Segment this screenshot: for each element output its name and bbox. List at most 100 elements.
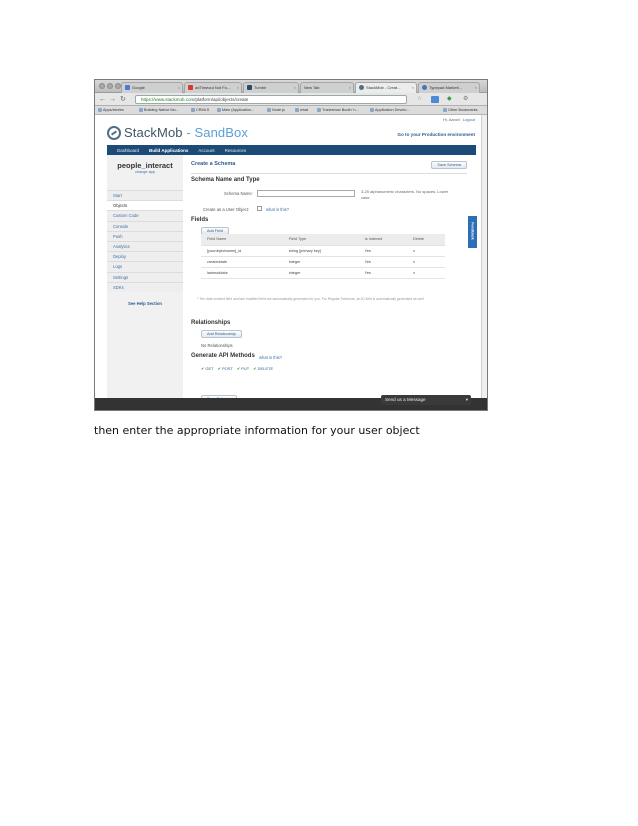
send-message-widget[interactable]: Send us a Message	[381, 395, 471, 405]
close-tab-icon[interactable]: ×	[237, 83, 239, 93]
table-header-row: Field Name Field Type Is Indexed Delete	[201, 234, 445, 246]
bookmark-item[interactable]: what	[295, 107, 308, 113]
is-indexed-cell: Yes	[360, 267, 410, 279]
sidebar-item-push[interactable]: Push	[107, 230, 183, 241]
folder-icon	[443, 108, 447, 112]
window-controls[interactable]	[99, 83, 121, 89]
sidebar-item-settings[interactable]: Settings	[107, 271, 183, 282]
sidebar-item-custom-code[interactable]: Custom Code	[107, 210, 183, 221]
put-checkbox[interactable]: PUT	[237, 366, 249, 371]
close-window-icon[interactable]	[99, 83, 105, 89]
logout-link[interactable]: Logout	[463, 117, 475, 122]
field-name-cell: createddate	[201, 256, 285, 268]
browser-toolbar: ← → ↻ https://www.stackmob.com/platform/…	[95, 93, 487, 106]
browser-tab-tumblr[interactable]: Tumblr ×	[243, 82, 299, 93]
sidebar-item-sdks[interactable]: SDKs	[107, 281, 183, 292]
sidebar-item-console[interactable]: Console	[107, 220, 183, 231]
bookmark-icon	[191, 108, 195, 112]
wrench-icon[interactable]: ⚙	[463, 95, 468, 104]
caption-text: then enter the appropriate information f…	[94, 424, 420, 437]
close-tab-icon[interactable]: ×	[349, 83, 351, 93]
bookmark-item[interactable]: Node.js	[267, 107, 285, 113]
close-tab-icon[interactable]: ×	[178, 83, 180, 93]
evernote-icon[interactable]: ◆	[447, 95, 452, 104]
get-checkbox[interactable]: GET	[201, 366, 213, 371]
bookmark-item[interactable]: Apps/stories	[98, 107, 124, 113]
vertical-scrollbar[interactable]	[481, 115, 487, 398]
bookmark-icon	[98, 108, 102, 112]
change-app-link[interactable]: change app	[107, 170, 183, 174]
page-title: Create a Schema	[191, 161, 236, 167]
production-environment-link[interactable]: Go to your Production environment	[397, 132, 475, 137]
field-name-cell: [yourobjectname]_id	[201, 245, 285, 257]
bookmark-item[interactable]: Tradeshow Booth 'n...	[317, 107, 359, 113]
menu-build-applications[interactable]: Build Applications	[149, 148, 188, 153]
api-what-is-this-link[interactable]: what is this?	[259, 355, 282, 360]
embedded-screenshot: Google × adTimeout Not Fo... × Tumblr × New…	[94, 79, 488, 411]
menu-dashboard[interactable]: Dashboard	[117, 148, 139, 153]
main-menu: Dashboard Build Applications Account Res…	[107, 145, 476, 155]
browser-tab-stackmob[interactable]: StackMob - Creat... ×	[355, 82, 417, 93]
fields-table: Field Name Field Type Is Indexed Delete …	[201, 234, 445, 279]
column-header: Is Indexed	[360, 234, 410, 246]
close-tab-icon[interactable]: ×	[475, 83, 477, 93]
what-is-this-link[interactable]: what is this?	[266, 207, 289, 212]
stackmob-favicon-icon	[359, 85, 364, 90]
minimize-window-icon[interactable]	[107, 83, 113, 89]
star-icon[interactable]: ☆	[417, 95, 422, 104]
menu-account[interactable]: Account	[198, 148, 214, 153]
address-bar[interactable]: https://www.stackmob.com/platform/api/ob…	[135, 95, 407, 104]
column-header: Delete	[409, 234, 445, 246]
stackmob-page: Hi, Aaron! Logout StackMob - SandBox Go …	[95, 115, 487, 410]
sidebar-item-deploy[interactable]: Deploy	[107, 251, 183, 262]
sidebar-item-analytics[interactable]: Analytics	[107, 240, 183, 252]
back-arrow-icon[interactable]: ←	[99, 95, 106, 104]
fields-heading: Fields	[191, 217, 209, 223]
bookmark-item[interactable]: Main (Application...	[217, 107, 254, 113]
sidebar-item-objects[interactable]: Objects	[107, 200, 183, 211]
column-header: Field Name	[201, 234, 285, 246]
help-section-link[interactable]: See Help Section	[107, 301, 183, 306]
field-name-cell: lastmoddate	[201, 267, 285, 279]
api-methods-heading: Generate API Methods	[191, 353, 255, 359]
browser-tab-adtimeout[interactable]: adTimeout Not Fo... ×	[184, 82, 242, 93]
save-schema-button-top[interactable]: Save Schema	[431, 161, 467, 169]
bookmark-item[interactable]: Application Develo...	[370, 107, 410, 113]
post-checkbox[interactable]: POST	[218, 366, 233, 371]
other-bookmarks[interactable]: Other Bookmarks	[443, 107, 478, 113]
delete-checkbox[interactable]: DELETE	[253, 366, 274, 371]
field-type-cell: string [primary key]	[284, 245, 361, 257]
delete-field-button[interactable]: x	[409, 267, 445, 279]
google-favicon-icon	[125, 85, 130, 90]
bookmark-item[interactable]: Building Native Mo...	[139, 107, 179, 113]
close-tab-icon[interactable]: ×	[412, 83, 414, 93]
table-row: [yourobjectname]_id string [primary key]…	[201, 245, 445, 257]
sidebar-item-logs[interactable]: Logs	[107, 261, 183, 272]
column-header: Field Type	[284, 234, 361, 246]
stackmob-logo[interactable]: StackMob - SandBox	[107, 125, 248, 140]
add-relationship-button[interactable]: Add Relationship	[201, 330, 242, 338]
close-tab-icon[interactable]: ×	[294, 83, 296, 93]
schema-name-input[interactable]	[257, 190, 355, 197]
forward-arrow-icon[interactable]: →	[109, 95, 116, 104]
browser-tab-newtab[interactable]: New Tab ×	[300, 82, 354, 93]
user-object-checkbox[interactable]	[257, 206, 262, 211]
feedback-tab[interactable]: Feedback	[468, 216, 477, 248]
no-relationships-text: No Relationships	[201, 343, 233, 348]
bookmark-icon	[139, 108, 143, 112]
app-name: people_interact	[117, 161, 173, 170]
browser-tab-google[interactable]: Google ×	[121, 82, 183, 93]
schema-name-hint: 3-25 alphanumeric characters. No spaces.…	[361, 189, 449, 200]
bookmark-icon	[317, 108, 321, 112]
sidebar-item-start[interactable]: Start	[107, 190, 183, 201]
is-indexed-cell: Yes	[360, 245, 410, 257]
bookmark-item[interactable]: CRMLS	[191, 107, 209, 113]
reload-icon[interactable]: ↻	[120, 95, 126, 104]
schema-name-label: Schema Name:	[224, 191, 253, 196]
delete-field-button[interactable]: x	[409, 256, 445, 268]
delete-field-button[interactable]: x	[409, 245, 445, 257]
field-type-cell: integer	[284, 267, 361, 279]
extension-icon[interactable]	[431, 96, 439, 103]
browser-tab-typepad[interactable]: Typepad Marketi... ×	[418, 82, 480, 93]
menu-resources[interactable]: Resources	[225, 148, 247, 153]
